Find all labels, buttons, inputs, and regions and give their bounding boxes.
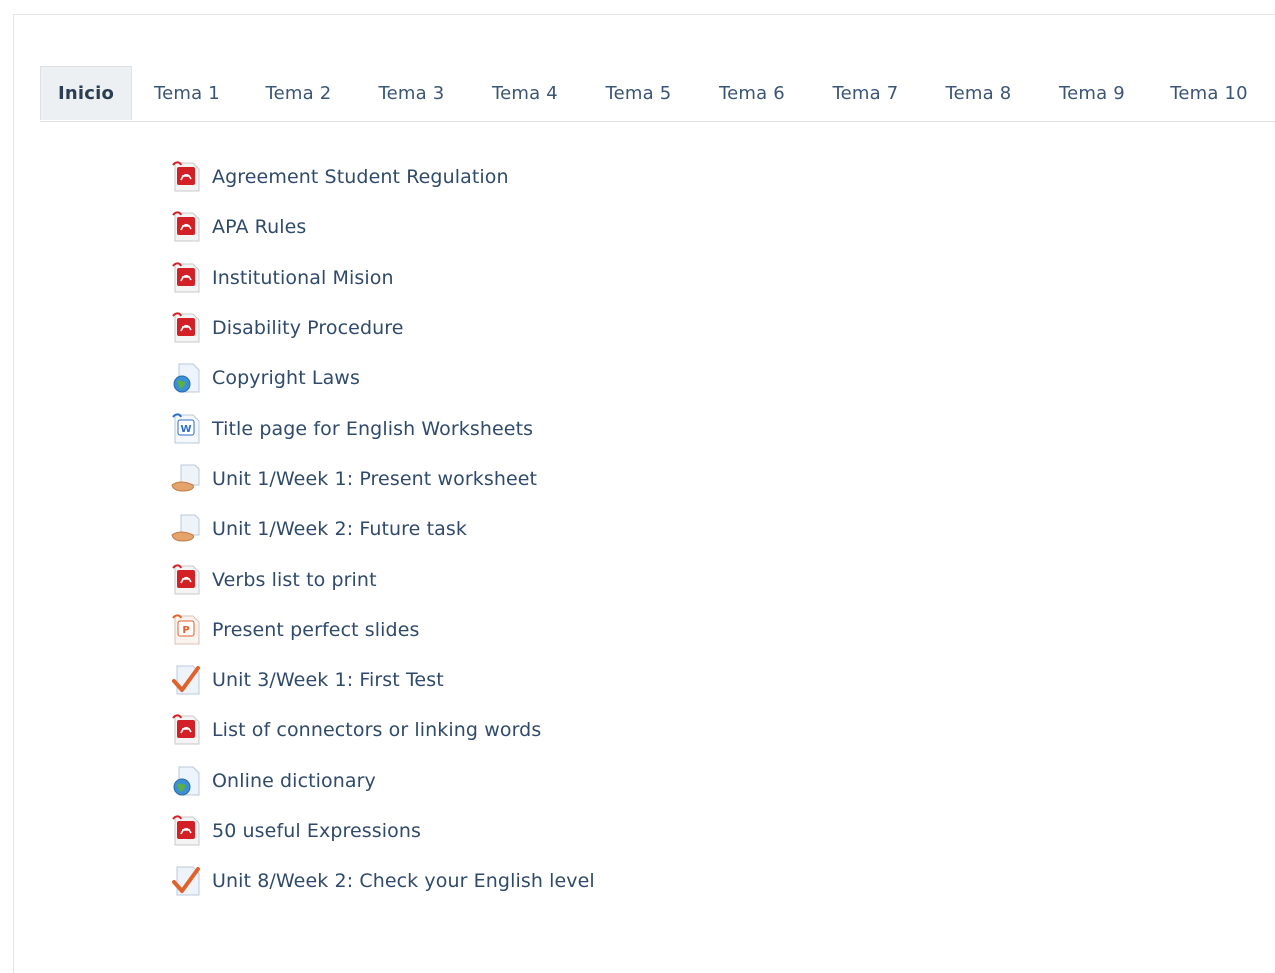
activity-item[interactable]: Verbs list to print [170,554,595,604]
activity-link[interactable]: Verbs list to print [212,569,377,591]
activity-item[interactable]: Copyright Laws [170,353,595,403]
activity-link[interactable]: Disability Procedure [212,317,404,339]
quiz-checkmark-icon [170,662,202,698]
assignment-icon [170,461,202,497]
activity-link[interactable]: Unit 8/Week 2: Check your English level [212,870,595,892]
pdf-icon [170,209,202,245]
tab-tema-4[interactable]: Tema 4 [468,66,582,120]
activity-item[interactable]: 50 useful Expressions [170,806,595,856]
activity-item[interactable]: Unit 3/Week 1: First Test [170,655,595,705]
assignment-icon [170,511,202,547]
pdf-icon [170,310,202,346]
activity-item[interactable]: Unit 1/Week 2: Future task [170,504,595,554]
word-document-icon: W [170,411,202,447]
svg-text:W: W [180,424,191,435]
activity-link[interactable]: Unit 1/Week 2: Future task [212,518,467,540]
activity-link[interactable]: APA Rules [212,216,306,238]
activity-item[interactable]: Agreement Student Regulation [170,152,595,202]
tab-tema-2[interactable]: Tema 2 [242,66,355,120]
activity-link[interactable]: Online dictionary [212,770,376,792]
activity-item[interactable]: Unit 1/Week 1: Present worksheet [170,454,595,504]
powerpoint-icon: P [170,612,202,648]
pdf-icon [170,260,202,296]
svg-text:P: P [182,625,189,636]
quiz-checkmark-icon [170,863,202,899]
activity-link[interactable]: Title page for English Worksheets [212,418,533,440]
tab-tema-3[interactable]: Tema 3 [355,66,468,120]
activity-link[interactable]: Present perfect slides [212,619,420,641]
activity-list: Agreement Student Regulation APA Rules I… [170,152,595,906]
activity-link[interactable]: 50 useful Expressions [212,820,421,842]
activity-item[interactable]: W Title page for English Worksheets [170,403,595,453]
pdf-icon [170,562,202,598]
activity-item[interactable]: Disability Procedure [170,303,595,353]
tab-tema-10[interactable]: Tema 10 [1149,66,1269,120]
tab-tema-8[interactable]: Tema 8 [922,66,1035,120]
activity-item[interactable]: Institutional Mision [170,253,595,303]
activity-link[interactable]: Agreement Student Regulation [212,166,509,188]
pdf-icon [170,712,202,748]
activity-link[interactable]: List of connectors or linking words [212,719,541,741]
tab-tema-5[interactable]: Tema 5 [582,66,695,120]
tab-inicio[interactable]: Inicio [40,66,132,120]
activity-item[interactable]: P Present perfect slides [170,605,595,655]
pdf-icon [170,813,202,849]
url-globe-icon [170,360,202,396]
activity-item[interactable]: Online dictionary [170,756,595,806]
section-tabs: Inicio Tema 1 Tema 2 Tema 3 Tema 4 Tema … [40,66,1275,122]
tab-tema-7[interactable]: Tema 7 [809,66,922,120]
activity-link[interactable]: Unit 1/Week 1: Present worksheet [212,468,537,490]
activity-link[interactable]: Unit 3/Week 1: First Test [212,669,444,691]
pdf-icon [170,159,202,195]
activity-link[interactable]: Copyright Laws [212,367,360,389]
activity-item[interactable]: APA Rules [170,202,595,252]
activity-item[interactable]: List of connectors or linking words [170,705,595,755]
activity-link[interactable]: Institutional Mision [212,267,394,289]
tab-tema-1[interactable]: Tema 1 [132,66,242,120]
tab-tema-9[interactable]: Tema 9 [1035,66,1149,120]
activity-item[interactable]: Unit 8/Week 2: Check your English level [170,856,595,906]
tab-tema-6[interactable]: Tema 6 [695,66,809,120]
url-globe-icon [170,763,202,799]
